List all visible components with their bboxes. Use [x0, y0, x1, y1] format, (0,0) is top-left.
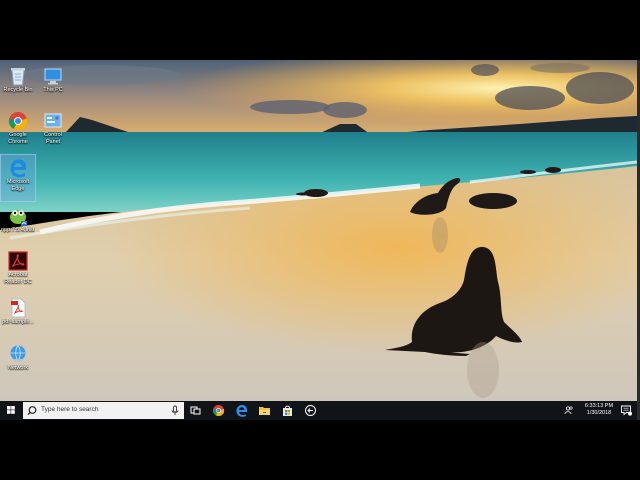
- clock-time: 6:33:13 PM: [584, 403, 614, 409]
- taskbar: Type here to search 6:33:13 PM 1/30/2018: [0, 401, 637, 420]
- people-icon[interactable]: [564, 405, 574, 415]
- recycle-bin-icon: [11, 68, 25, 86]
- desktop-icon-label: Google: [9, 132, 27, 138]
- desktop-icon-label: pdf-sample...: [2, 319, 34, 325]
- search-placeholder: Type here to search: [41, 406, 99, 413]
- pdf-file-icon: [11, 298, 26, 318]
- chrome-icon: [8, 112, 28, 131]
- file-explorer-icon[interactable]: [257, 403, 272, 418]
- network-icon: [10, 345, 26, 362]
- edge-icon: [10, 159, 26, 178]
- windows-logo-icon: [7, 406, 15, 414]
- desktop-icon-label: Panel: [45, 139, 61, 145]
- chrome-icon[interactable]: [211, 403, 226, 418]
- back-arrow-icon[interactable]: [303, 403, 318, 418]
- desktop-icon-recycle-bin[interactable]: Recycle Bin: [1, 63, 35, 107]
- desktop-icon-label: npp.7.5.4.Inst...: [1, 227, 35, 233]
- desktop-icon-network[interactable]: Network: [1, 341, 35, 385]
- task-view-icon[interactable]: [188, 403, 203, 418]
- desktop-icon-label: Acrobat: [8, 272, 28, 278]
- action-center-icon[interactable]: [620, 404, 632, 416]
- search-icon: [27, 406, 37, 416]
- desktop-icon-label: Chrome: [8, 139, 28, 145]
- desktop-screen: Recycle Bin This PC Google Chrome Contro…: [0, 60, 637, 420]
- notepad-plus-plus-icon: [10, 210, 27, 226]
- taskbar-clock[interactable]: 6:33:13 PM 1/30/2018: [578, 403, 620, 417]
- desktop-icon-label: Edge: [11, 186, 25, 192]
- desktop-icon-label: This PC: [43, 87, 63, 93]
- desktop-icon-label: Reader DC: [4, 279, 32, 285]
- edge-icon[interactable]: [234, 403, 249, 418]
- computer-icon: [44, 68, 62, 85]
- desktop-icon-google-chrome[interactable]: Google Chrome: [1, 108, 35, 152]
- desktop-icon-label: Recycle Bin: [3, 87, 33, 93]
- desktop-icon-area: Recycle Bin This PC Google Chrome Contro…: [0, 60, 90, 400]
- wallpaper: [0, 60, 637, 401]
- microphone-icon[interactable]: [170, 405, 180, 416]
- clock-date: 1/30/2018: [586, 410, 612, 416]
- desktop-icon-microsoft-edge[interactable]: Microsoft Edge: [0, 154, 36, 202]
- start-button[interactable]: [0, 401, 22, 420]
- desktop-icon-control-panel[interactable]: Control Panel: [36, 108, 70, 152]
- search-box[interactable]: Type here to search: [23, 402, 184, 419]
- desktop-icon-npp[interactable]: npp.7.5.4.Inst...: [1, 203, 35, 247]
- desktop-icon-label: Microsoft: [6, 179, 30, 185]
- desktop-icon-label: Control: [44, 132, 62, 138]
- acrobat-reader-icon: [8, 251, 28, 271]
- desktop-icon-this-pc[interactable]: This PC: [36, 63, 70, 107]
- desktop-icon-pdf-sample[interactable]: pdf-sample...: [1, 295, 35, 339]
- desktop-icon-acrobat-reader[interactable]: Acrobat Reader DC: [1, 248, 35, 294]
- control-panel-icon: [44, 113, 62, 128]
- desktop-icon-label: Network: [7, 365, 29, 371]
- store-icon[interactable]: [280, 403, 295, 418]
